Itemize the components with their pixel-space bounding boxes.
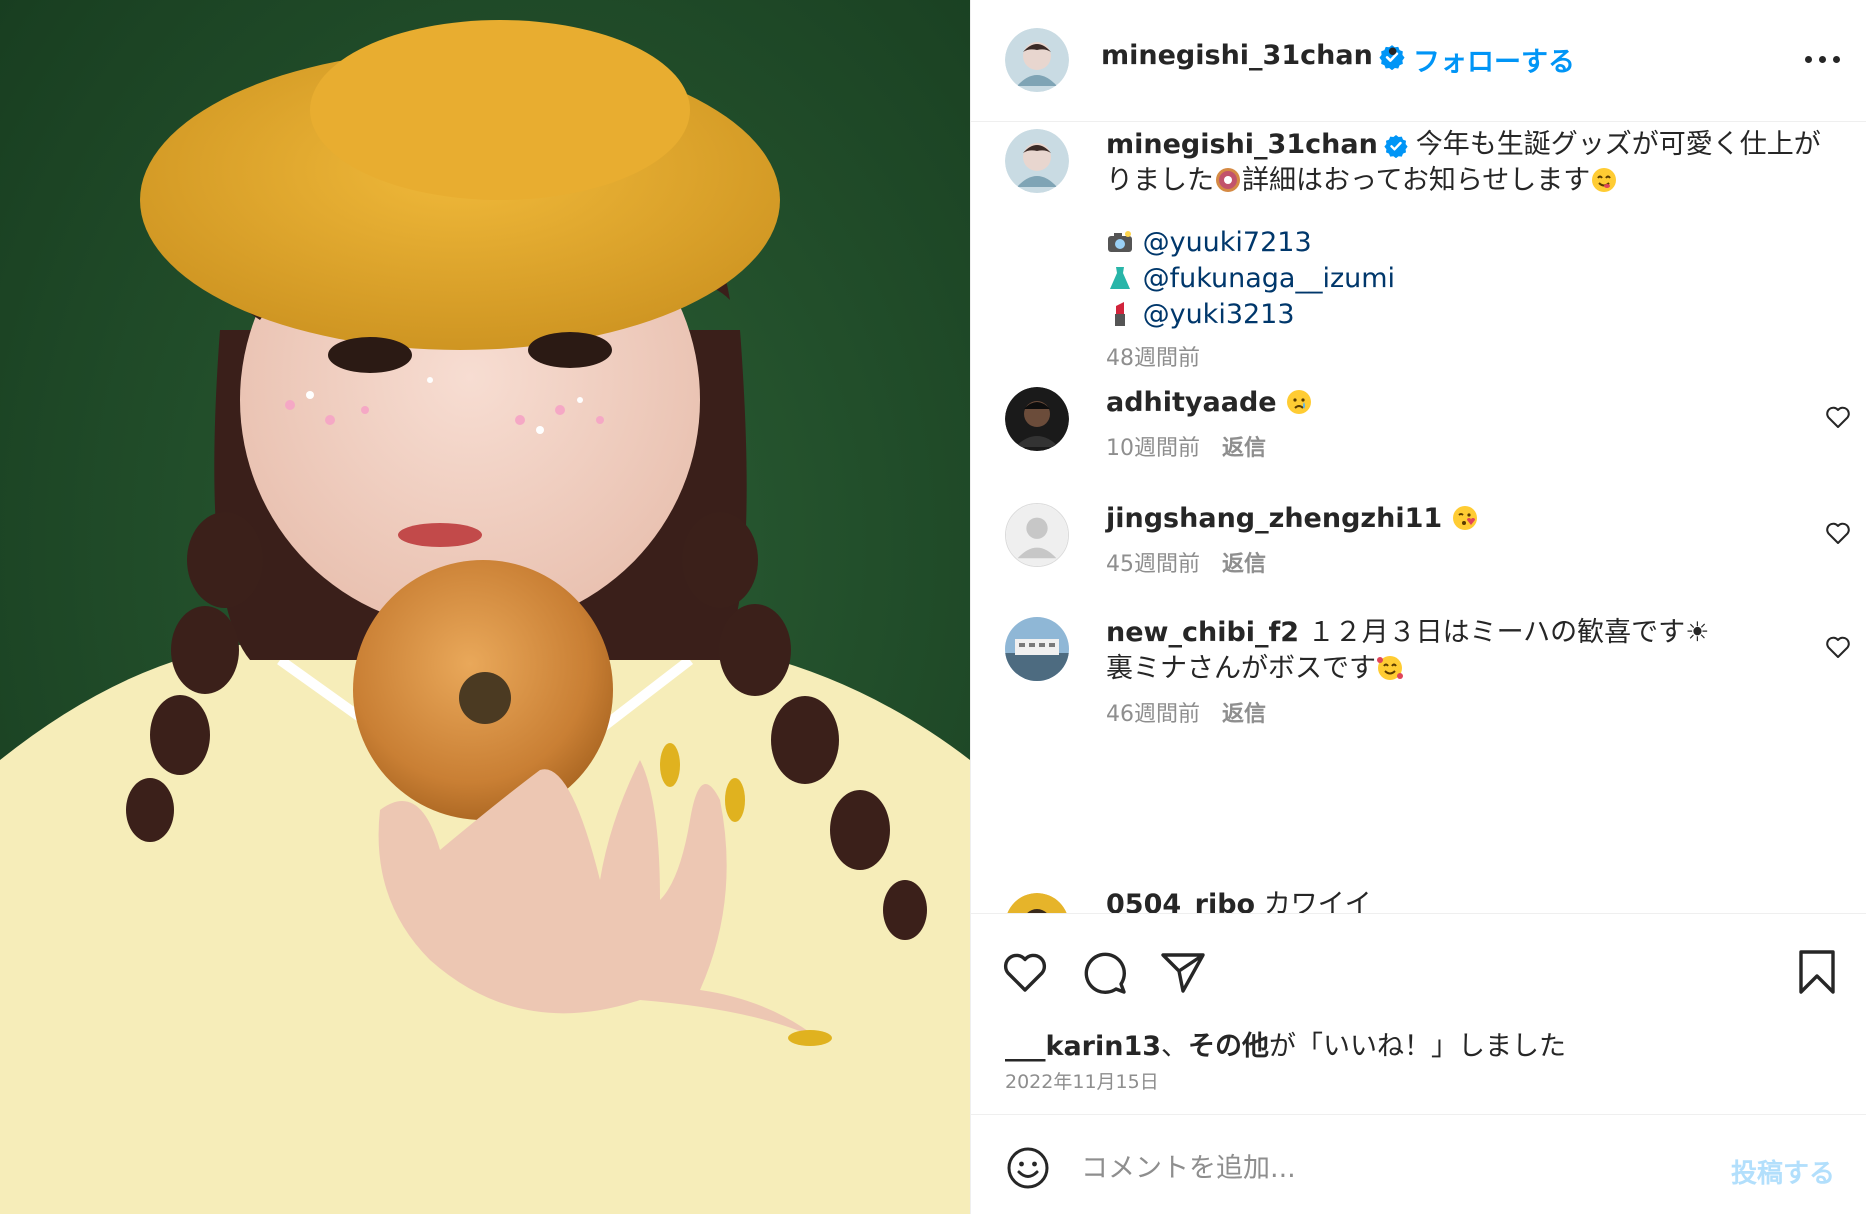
likes-others-link[interactable]: その他 xyxy=(1188,1031,1269,1062)
reply-button[interactable]: 返信 xyxy=(1222,552,1266,577)
donut-emoji xyxy=(1214,166,1242,194)
more-options-icon[interactable] xyxy=(1801,44,1845,74)
action-bar: ___karin13、その他が「いいね！」しました 2022年11月15日 xyxy=(971,913,1866,1113)
comment-text-line2: 裏ミナさんがボスです xyxy=(1106,653,1376,684)
comment-item: jingshang_zhengzhi11 45週間前 返信 xyxy=(971,497,1866,607)
credit-row: @fukunaga__izumi xyxy=(1106,261,1826,297)
commenter-avatar[interactable] xyxy=(1005,617,1069,681)
smiling-hearts-emoji xyxy=(1376,654,1404,682)
caption-username[interactable]: minegishi_31chan xyxy=(1106,129,1378,160)
comment-time[interactable]: 10週間前 xyxy=(1106,436,1200,461)
commenter-avatar[interactable] xyxy=(1005,893,1069,913)
post-header: minegishi_31chan • フォローする xyxy=(971,0,1866,122)
caption-body: minegishi_31chan 今年も生誕グッズが可愛く仕上が りました 詳細はお… xyxy=(1106,127,1826,377)
credit-mention[interactable]: @yuuki7213 xyxy=(1143,227,1312,258)
crying-face-emoji xyxy=(1285,388,1313,416)
comment-like-heart-icon[interactable] xyxy=(1824,403,1852,431)
post-photo[interactable] xyxy=(0,0,970,1214)
caption-text-line2b: 詳細はおってお知らせします xyxy=(1242,165,1591,196)
verified-badge-icon xyxy=(1384,134,1408,158)
comment-body: new_chibi_f2 １２月３日はミーハの歓喜です☀ 裏ミナさんがボスです … xyxy=(1106,615,1786,733)
comment-body: jingshang_zhengzhi11 45週間前 返信 xyxy=(1106,501,1786,583)
comment-body: adhityaade 10週間前 返信 xyxy=(1106,385,1786,467)
post-comment-button[interactable]: 投稿する xyxy=(1731,1153,1835,1190)
author-avatar[interactable] xyxy=(1005,28,1069,92)
credit-mention[interactable]: @yuki3213 xyxy=(1143,299,1295,330)
author-avatar-small[interactable] xyxy=(1005,129,1069,193)
yum-face-emoji xyxy=(1590,166,1618,194)
credit-mention[interactable]: @fukunaga__izumi xyxy=(1143,263,1395,294)
follow-button[interactable]: フォローする xyxy=(1413,40,1575,79)
reply-button[interactable]: 返信 xyxy=(1222,702,1266,727)
author-username-text[interactable]: minegishi_31chan xyxy=(1101,40,1373,71)
likes-sep: 、 xyxy=(1161,1031,1189,1062)
commenter-username[interactable]: jingshang_zhengzhi11 xyxy=(1106,503,1442,534)
share-paper-plane-icon[interactable] xyxy=(1159,948,1207,996)
commenter-avatar-default[interactable] xyxy=(1005,503,1069,567)
comment-composer: 投稿する xyxy=(971,1114,1866,1214)
dress-emoji xyxy=(1106,264,1134,292)
commenter-avatar[interactable] xyxy=(1005,387,1069,451)
comment-item: 0504_ribo カワイイ xyxy=(971,889,1866,913)
commenter-username[interactable]: new_chibi_f2 xyxy=(1106,617,1299,648)
commenter-username[interactable]: adhityaade xyxy=(1106,387,1277,418)
credit-row: @yuuki7213 xyxy=(1106,225,1826,261)
comment-text: １２月３日はミーハの歓喜です☀ xyxy=(1307,617,1710,648)
emoji-picker-icon[interactable] xyxy=(1005,1145,1051,1191)
credit-row: @yuki3213 xyxy=(1106,297,1826,333)
likes-suffix: が「いいね！」しました xyxy=(1269,1031,1567,1062)
reply-button[interactable]: 返信 xyxy=(1222,436,1266,461)
comment-like-heart-icon[interactable] xyxy=(1824,519,1852,547)
comments-list[interactable]: minegishi_31chan 今年も生誕グッズが可愛く仕上が りました 詳細はお… xyxy=(971,123,1866,913)
save-bookmark-icon[interactable] xyxy=(1793,948,1841,996)
lipstick-emoji xyxy=(1106,300,1134,328)
caption-text-line1: 今年も生誕グッズが可愛く仕上が xyxy=(1415,129,1821,160)
post-date[interactable]: 2022年11月15日 xyxy=(1005,1067,1159,1094)
likes-user[interactable]: ___karin13 xyxy=(1005,1031,1161,1062)
kissing-heart-emoji xyxy=(1451,504,1479,532)
camera-emoji xyxy=(1106,228,1134,256)
comment-time[interactable]: 46週間前 xyxy=(1106,702,1200,727)
caption: minegishi_31chan 今年も生誕グッズが可愛く仕上が りました 詳細はお… xyxy=(971,123,1866,373)
caption-text-line2a: りました xyxy=(1106,165,1214,196)
portrait-with-donut-image xyxy=(0,0,970,1214)
caption-time[interactable]: 48週間前 xyxy=(1106,341,1826,377)
author-username[interactable]: minegishi_31chan xyxy=(1101,40,1405,71)
commenter-username[interactable]: 0504_ribo xyxy=(1106,889,1255,913)
comment-item: adhityaade 10週間前 返信 xyxy=(971,381,1866,491)
separator-dot: • xyxy=(1385,38,1401,68)
comment-input[interactable] xyxy=(1081,1143,1681,1193)
comment-item: new_chibi_f2 １２月３日はミーハの歓喜です☀ 裏ミナさんがボスです … xyxy=(971,611,1866,761)
post-side-panel: minegishi_31chan • フォローする minegishi_31ch… xyxy=(970,0,1866,1214)
comment-text: カワイイ xyxy=(1263,889,1372,913)
like-heart-icon[interactable] xyxy=(1001,948,1049,996)
comment-bubble-icon[interactable] xyxy=(1081,948,1129,996)
comment-body: 0504_ribo カワイイ xyxy=(1106,887,1786,913)
comment-time[interactable]: 45週間前 xyxy=(1106,552,1200,577)
comment-like-heart-icon[interactable] xyxy=(1824,633,1852,661)
likes-summary: ___karin13、その他が「いいね！」しました xyxy=(1005,1024,1566,1063)
